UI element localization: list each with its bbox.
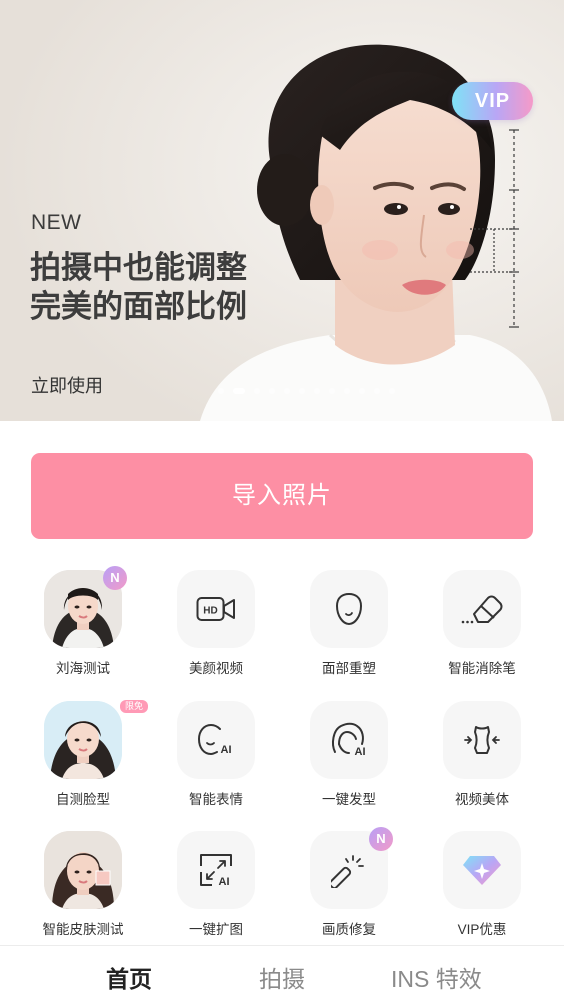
tab-ins-effects[interactable]: INS 特效 (391, 960, 482, 994)
carousel-dot[interactable] (373, 388, 380, 394)
tool-label: 面部重塑 (322, 661, 376, 676)
carousel-dot[interactable] (253, 388, 260, 394)
carousel-dot[interactable] (388, 388, 395, 394)
carousel-indicator (0, 388, 564, 394)
tool-label: 刘海测试 (56, 661, 110, 676)
carousel-dot[interactable] (217, 388, 224, 394)
tool-label: 一键发型 (322, 792, 376, 807)
carousel-dot[interactable] (358, 388, 365, 394)
banner-portrait-image (0, 0, 564, 421)
bottom-nav: 首页 拍摄 INS 特效 (0, 945, 564, 1004)
carousel-dot[interactable] (268, 388, 275, 394)
banner-title-line-2: 完美的面部比例 (30, 289, 247, 324)
tool-label: 智能皮肤测试 (42, 922, 124, 937)
tool-label: 智能消除笔 (448, 661, 516, 676)
vip-badge[interactable]: VIP (452, 82, 533, 120)
tab-home[interactable]: 首页 (106, 960, 152, 994)
tool-label: 智能表情 (189, 792, 243, 807)
tool-label: 画质修复 (322, 922, 376, 937)
import-photo-button[interactable]: 导入照片 (31, 453, 533, 539)
banner-title-line-1: 拍摄中也能调整 (30, 250, 247, 285)
ai-expand-icon: AI (177, 831, 255, 909)
new-badge: N (369, 827, 393, 851)
promo-banner[interactable]: NEW 拍摄中也能调整 完美的面部比例 立即使用 VIP (0, 0, 564, 421)
carousel-dot[interactable] (313, 388, 320, 394)
hd-video-icon: HD (177, 570, 255, 648)
tab-shoot[interactable]: 拍摄 (259, 960, 305, 994)
banner-new-label: NEW (31, 211, 82, 234)
eraser-icon (443, 570, 521, 648)
portrait-face-thumbnail (44, 701, 122, 779)
svg-text:HD: HD (203, 606, 217, 617)
tool-label: VIP优惠 (457, 922, 507, 937)
free-limited-badge: 限免 (120, 700, 148, 713)
banner-use-now-link[interactable]: 立即使用 (31, 372, 103, 398)
svg-text:AI: AI (221, 744, 232, 756)
svg-text:AI: AI (355, 746, 366, 758)
carousel-dot[interactable] (343, 388, 350, 394)
ai-expression-icon: AI (177, 701, 255, 779)
ai-hairstyle-icon: AI (310, 701, 388, 779)
svg-text:AI: AI (219, 876, 230, 888)
tool-label: 自测脸型 (56, 792, 110, 807)
portrait-skin-thumbnail (44, 831, 122, 909)
tool-label: 一键扩图 (189, 922, 243, 937)
new-badge: N (103, 566, 127, 590)
carousel-dot[interactable] (232, 388, 245, 394)
diamond-icon (443, 831, 521, 909)
banner-title: 拍摄中也能调整 完美的面部比例 (30, 248, 247, 326)
tool-label: 视频美体 (455, 792, 509, 807)
carousel-dot[interactable] (283, 388, 290, 394)
carousel-dot[interactable] (298, 388, 305, 394)
carousel-dot[interactable] (328, 388, 335, 394)
tool-label: 美颜视频 (189, 661, 243, 676)
face-outline-icon (310, 570, 388, 648)
body-shape-icon (443, 701, 521, 779)
